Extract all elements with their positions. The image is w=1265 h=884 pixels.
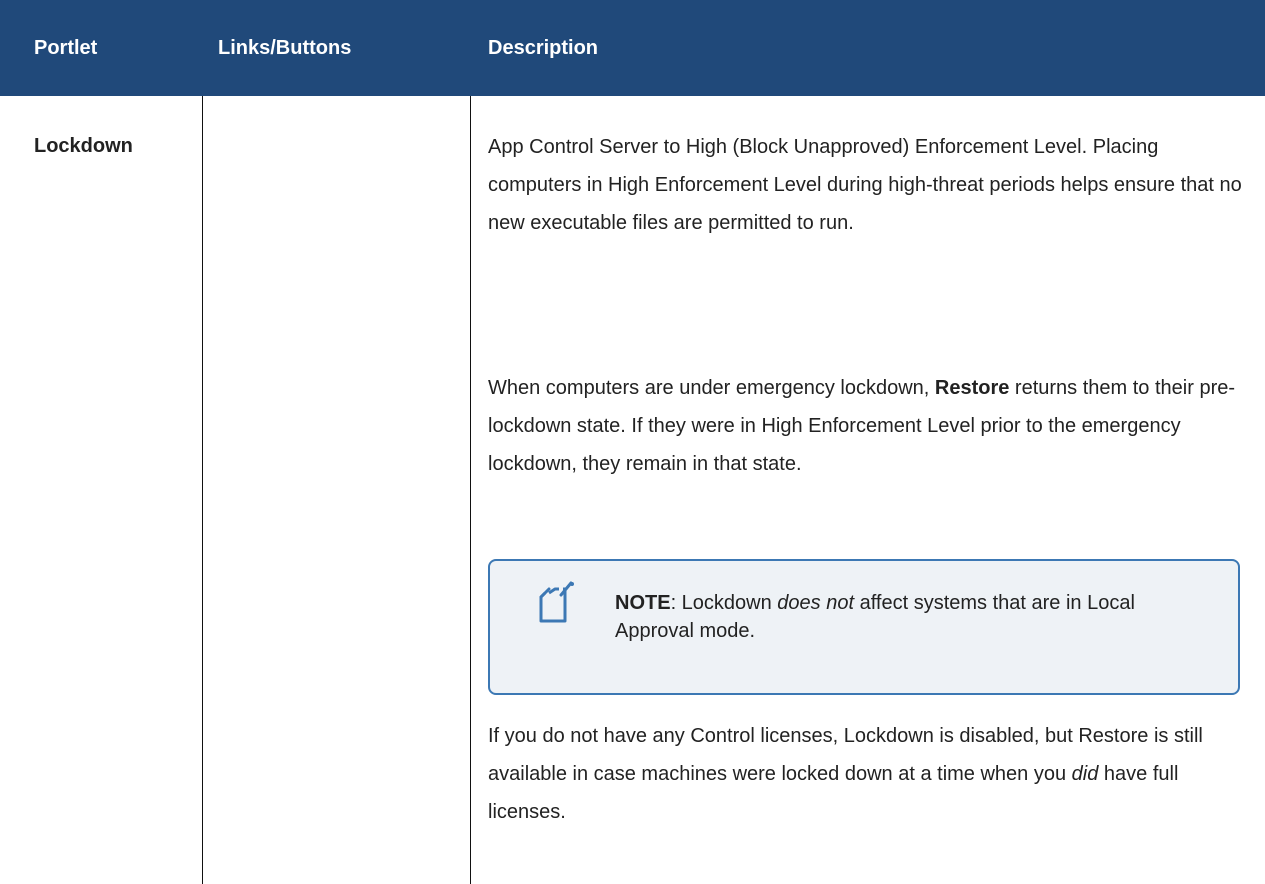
- note-text: NOTE: Lockdown does not affect systems t…: [615, 589, 1155, 645]
- table-header-row: Portlet Links/Buttons Description: [0, 0, 1265, 96]
- restore-bold-text: Restore: [934, 377, 1010, 399]
- description-paragraph-1: App Control Server to High (Block Unappr…: [488, 136, 1242, 234]
- description-paragraph-2: When computers are under emergency lockd…: [488, 369, 1248, 483]
- column-divider-1: [202, 96, 203, 884]
- note-text-before: : Lockdown: [670, 592, 778, 614]
- header-portlet: Portlet: [34, 37, 98, 59]
- portlet-name: Lockdown: [34, 135, 133, 157]
- restore-intro-text: When computers are under emergency lockd…: [488, 377, 935, 399]
- note-label: NOTE: [615, 592, 671, 614]
- note-callout: NOTE: Lockdown does not affect systems t…: [488, 559, 1240, 695]
- header-description: Description: [488, 37, 599, 59]
- note-icon: [539, 581, 574, 623]
- column-divider-2: [470, 96, 471, 884]
- portlet-table: Portlet Links/Buttons Description Lockdo…: [0, 0, 1265, 884]
- license-emphasis: did: [1071, 763, 1099, 785]
- header-links-buttons: Links/Buttons: [218, 37, 352, 59]
- description-paragraph-3: If you do not have any Control licenses,…: [488, 717, 1248, 831]
- note-emphasis: does not: [777, 592, 855, 614]
